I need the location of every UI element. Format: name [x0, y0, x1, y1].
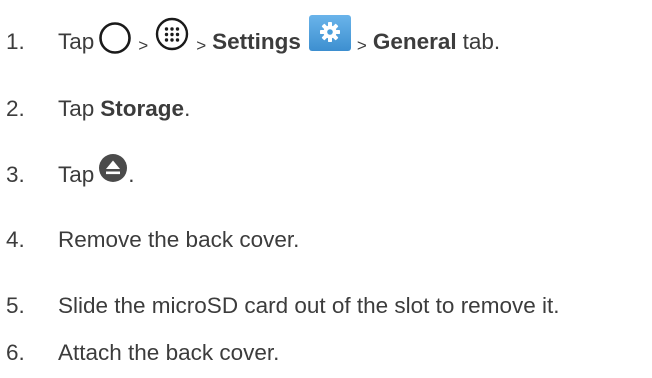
step-text: Attach the back cover. — [58, 339, 280, 365]
separator: > — [196, 35, 207, 55]
step-number: 2. — [6, 95, 25, 121]
step-number: 6. — [6, 339, 25, 365]
step-1: 1. Tap > > Settings > General tab. — [6, 15, 501, 62]
general-label: General — [372, 28, 457, 54]
separator: > — [138, 35, 149, 55]
step-4: 4. Remove the back cover. — [6, 220, 299, 260]
step-text: Tap . — [58, 154, 135, 190]
instruction-steps: 1. Tap > > Settings > General tab. 2. Ta… — [0, 0, 652, 378]
storage-label: Storage — [100, 95, 185, 121]
settings-gear-icon — [308, 15, 351, 51]
step-number: 4. — [6, 226, 25, 252]
step-text: Tap > > Settings > General tab. — [58, 15, 501, 60]
tap-text: Tap — [58, 95, 95, 121]
home-circle-icon — [98, 21, 132, 55]
tap-text: Tap — [58, 28, 95, 54]
period: . — [128, 161, 135, 187]
eject-icon — [98, 153, 128, 183]
step-5: 5. Slide the microSD card out of the slo… — [6, 286, 559, 326]
step-text: Remove the back cover. — [58, 226, 300, 252]
period: . — [184, 95, 191, 121]
step-number: 3. — [6, 161, 25, 187]
apps-grid-icon — [154, 16, 190, 52]
separator: > — [356, 35, 367, 55]
step-text: Tap Storage . — [58, 95, 191, 121]
step-6: 6. Attach the back cover. — [6, 333, 279, 373]
tab-text: tab. — [462, 28, 501, 54]
step-3: 3. Tap . — [6, 154, 135, 195]
step-text: Slide the microSD card out of the slot t… — [58, 292, 560, 318]
tap-text: Tap — [58, 161, 95, 187]
step-number: 1. — [6, 28, 25, 54]
step-2: 2. Tap Storage . — [6, 89, 190, 129]
step-number: 5. — [6, 292, 25, 318]
settings-label: Settings — [212, 28, 301, 54]
